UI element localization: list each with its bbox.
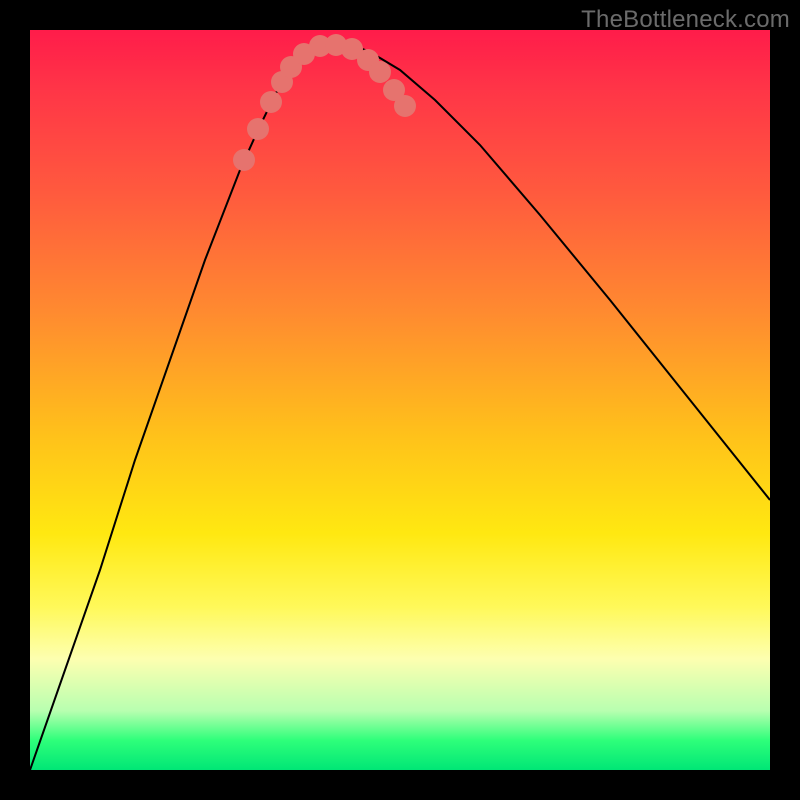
marker-dot: [247, 118, 269, 140]
marker-dot: [233, 149, 255, 171]
chart-frame: [30, 30, 770, 770]
marker-dot: [394, 95, 416, 117]
marker-dot: [369, 61, 391, 83]
marker-dot: [260, 91, 282, 113]
markers-svg: [30, 30, 770, 770]
